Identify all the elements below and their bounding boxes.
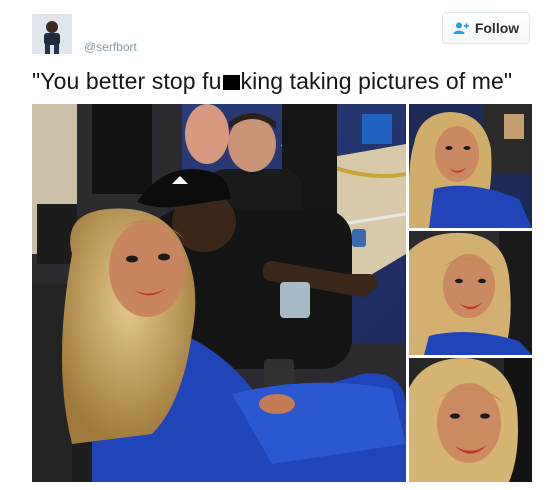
tweet-text-end: king taking pictures of me" <box>240 68 513 94</box>
media-grid <box>32 104 532 482</box>
censor-bar <box>222 75 240 90</box>
tweet-text-start: "You better stop fu <box>32 68 222 94</box>
follow-button-label: Follow <box>474 20 520 36</box>
selfie-2-image <box>409 231 532 355</box>
main-photo[interactable] <box>32 104 406 482</box>
user-handle[interactable]: @serfbort <box>84 40 137 54</box>
selfie-3-image <box>409 358 532 482</box>
tweet-text: "You better stop fu king taking pictures … <box>32 68 532 95</box>
selfie-3[interactable] <box>409 358 532 482</box>
user-avatar-icon <box>32 14 72 54</box>
person-add-icon <box>453 22 469 34</box>
follow-button[interactable]: Follow <box>442 12 530 44</box>
main-photo-image <box>32 104 406 482</box>
selfie-1-image <box>409 104 532 228</box>
selfie-1[interactable] <box>409 104 532 228</box>
selfie-2[interactable] <box>409 231 532 355</box>
avatar[interactable] <box>32 14 72 54</box>
